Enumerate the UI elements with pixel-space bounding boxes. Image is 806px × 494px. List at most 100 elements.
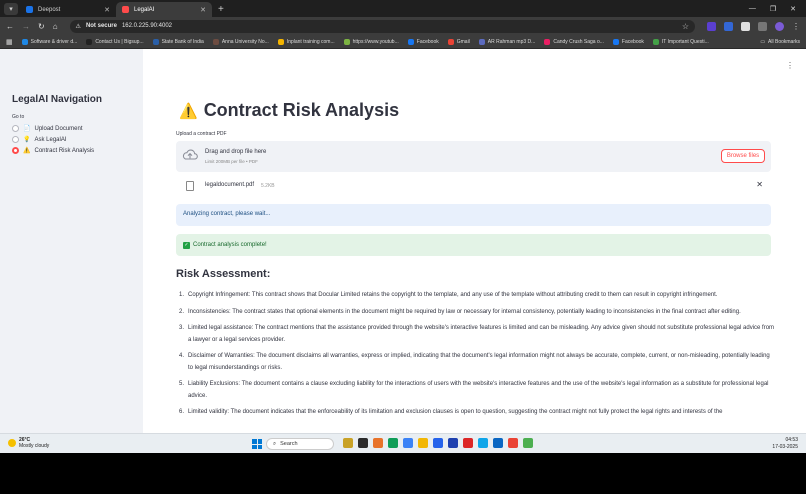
app-menu-icon[interactable]: ⋮ [786,61,794,70]
bookmark-label: IT Important Questi... [661,38,709,45]
taskbar-app-icon[interactable] [403,438,413,448]
taskbar-app-icon[interactable] [463,438,473,448]
bookmarks-bar: ▦ Software & driver d... Contact Us | Big… [0,35,806,49]
taskbar-app-icon[interactable] [523,438,533,448]
new-tab-button[interactable]: + [218,4,224,15]
sidebar: LegalAI Navigation Go to 📄 Upload Docume… [0,49,143,433]
bookmark-item[interactable]: Contact Us | Bigsup... [86,38,144,45]
bookmark-item[interactable]: AR Rahman mp3 D... [478,38,535,45]
bookmark-favicon-icon [612,38,619,45]
tab-title: LegalAI [134,6,155,13]
maximize-icon[interactable]: ❐ [770,5,776,13]
bookmark-item[interactable]: Candy Crush Saga o... [544,38,604,45]
home-icon[interactable]: ⌂ [53,22,58,31]
tab-deepost[interactable]: Deepost ✕ [20,2,116,17]
all-bookmarks-button[interactable]: ▭ All Bookmarks [760,39,800,45]
nav-option-label: Upload Document [34,125,83,132]
taskbar-app-icon[interactable] [493,438,503,448]
address-bar[interactable]: ⚠ Not secure 162.0.225.90:4002 ☆ [69,19,695,33]
weather-sun-icon [8,439,16,447]
success-text: Contract analysis complete! [193,242,267,248]
bookmark-item[interactable]: Facebook [612,38,644,45]
remove-file-icon[interactable]: ✕ [756,180,763,189]
site-info-icon[interactable]: ⚠ [76,23,81,30]
risk-number: 1. [178,292,184,298]
extensions-puzzle-icon[interactable] [758,21,767,31]
taskbar-app-icon[interactable] [433,438,443,448]
tab-search-button[interactable]: ▾ [4,3,18,15]
back-icon[interactable]: ← [6,22,14,31]
radio-button-selected[interactable] [12,147,19,154]
risk-item: 6. Limited validity: The document indicat… [176,407,776,419]
taskbar-app-icon[interactable] [418,438,428,448]
risk-item: 2. Inconsistencies: The contract states t… [176,307,776,319]
taskbar-app-icon[interactable] [478,438,488,448]
file-dropzone[interactable]: Drag and drop file here Limit 200MB per … [176,141,771,172]
reload-icon[interactable]: ↻ [38,22,45,31]
apps-grid-icon[interactable]: ▦ [6,38,13,46]
bookmark-item[interactable]: IT Important Questi... [652,38,709,45]
profile-avatar[interactable] [775,21,784,31]
nav-option-upload-document[interactable]: 📄 Upload Document [12,125,83,132]
upload-label: Upload a contract PDF [176,131,227,137]
extension-icon[interactable] [724,21,733,31]
main-content: ⋮ ⚠️ Contract Risk Analysis Upload a con… [143,49,806,433]
system-clock[interactable]: 04:53 17-03-2025 [772,437,798,451]
extension-icon[interactable] [707,21,716,31]
risk-number: 4. [178,353,184,359]
search-icon: ⌕ [273,440,277,447]
risk-text: Limited legal assistance: The contract m… [188,325,775,343]
windows-taskbar: 26°C Mostly cloudy ⌕ Search 04:53 17-03-… [0,433,806,453]
taskbar-search[interactable]: ⌕ Search [266,438,334,450]
deepost-favicon-icon [26,6,33,13]
forward-icon[interactable]: → [22,22,30,31]
risk-number: 3. [178,325,184,331]
nav-option-label: Contract Risk Analysis [34,147,95,154]
taskbar-app-icon[interactable] [358,438,368,448]
nav-option-ask-legalai[interactable]: 💡 Ask LegalAI [12,136,67,143]
nav-option-contract-risk-analysis[interactable]: ⚠️ Contract Risk Analysis [12,147,94,154]
uploaded-file-row: legaldocument.pdf 5.2KB ✕ [176,180,771,194]
close-tab-icon[interactable]: ✕ [104,6,110,14]
radio-button[interactable] [12,136,19,143]
windows-start-icon[interactable] [252,439,262,449]
taskbar-app-icon[interactable] [508,438,518,448]
taskbar-app-icon[interactable] [373,438,383,448]
close-window-icon[interactable]: ✕ [790,5,796,13]
bookmark-favicon-icon [277,38,284,45]
taskbar-app-icon[interactable] [343,438,353,448]
extension-icon[interactable] [741,21,750,31]
document-icon: 📄 [23,126,31,132]
risk-list: 1. Copyright Infringement: This contract … [176,290,776,424]
risk-number: 2. [178,308,184,315]
taskbar-app-icon[interactable] [388,438,398,448]
minimize-icon[interactable]: — [749,5,756,13]
risk-text: Liability Exclusions: The document conta… [188,381,769,399]
bookmark-favicon-icon [478,38,485,45]
bookmark-item[interactable]: https://www.youtub... [343,38,399,45]
search-placeholder: Search [280,441,298,447]
bookmark-item[interactable]: State Bank of India [152,38,204,45]
bookmark-item[interactable]: Software & driver d... [21,38,77,45]
goto-label: Go to [12,114,25,120]
browser-menu-icon[interactable]: ⋮ [792,22,800,31]
weather-text: 26°C Mostly cloudy [19,437,49,449]
bookmark-item[interactable]: Facebook [407,38,439,45]
radio-button[interactable] [12,125,19,132]
bookmark-favicon-icon [86,38,93,45]
taskbar-apps [343,438,533,448]
url-text[interactable]: 162.0.225.90:4002 [122,23,172,29]
tab-legalai[interactable]: LegalAI ✕ [116,2,212,17]
taskbar-app-icon[interactable] [448,438,458,448]
close-tab-icon[interactable]: ✕ [200,6,206,14]
bookmark-item[interactable]: Gmail [447,38,470,45]
file-size: 5.2KB [261,183,275,189]
risk-item: 1. Copyright Infringement: This contract … [176,290,776,302]
bookmark-star-icon[interactable]: ☆ [682,22,689,31]
bookmark-item[interactable]: Anna University No... [212,38,269,45]
bookmark-item[interactable]: Inplant training com... [277,38,335,45]
risk-item: 4. Disclaimer of Warranties: The document… [176,351,776,374]
risk-number: 6. [178,409,184,415]
browse-files-button[interactable]: Browse files [721,149,765,163]
weather-widget[interactable]: 26°C Mostly cloudy [8,437,49,449]
